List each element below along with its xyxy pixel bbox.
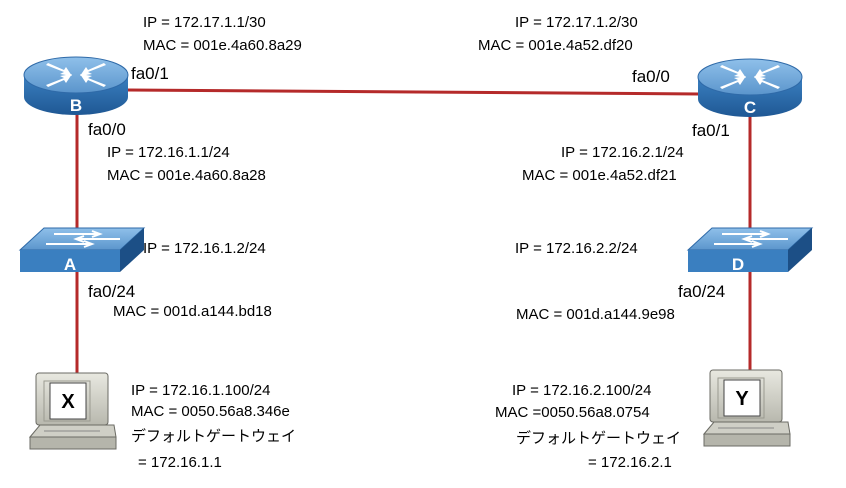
switch-d[interactable]: D bbox=[686, 227, 814, 274]
router-b-lan-mac: MAC = 001e.4a60.8a28 bbox=[107, 167, 266, 184]
pc-x-ip: IP = 172.16.1.100/24 bbox=[131, 382, 271, 399]
router-c-wan-mac: MAC = 001e.4a52.df20 bbox=[478, 37, 633, 54]
switch-icon bbox=[686, 227, 814, 272]
port-label-a-fa024: fa0/24 bbox=[88, 282, 136, 301]
switch-a-ip: IP = 172.16.1.2/24 bbox=[143, 240, 266, 257]
port-label-d-fa024: fa0/24 bbox=[678, 282, 726, 301]
switch-icon bbox=[18, 227, 146, 272]
router-c-letter: C bbox=[744, 98, 756, 117]
port-label-b-fa00: fa0/0 bbox=[88, 120, 126, 139]
router-b[interactable]: B bbox=[23, 56, 129, 115]
port-label-c-fa00: fa0/0 bbox=[632, 67, 670, 86]
pc-x-gateway-label: デフォルトゲートウェイ bbox=[131, 428, 297, 445]
pc-x[interactable]: X bbox=[28, 372, 117, 450]
switch-d-mac: MAC = 001d.a144.9e98 bbox=[516, 306, 675, 323]
switch-a-mac: MAC = 001d.a144.bd18 bbox=[113, 303, 272, 320]
port-label-c-fa01: fa0/1 bbox=[692, 121, 730, 140]
router-c-wan-ip: IP = 172.17.1.2/30 bbox=[515, 14, 638, 31]
pc-y-gateway-value: = 172.16.2.1 bbox=[588, 454, 672, 471]
router-c[interactable]: C bbox=[697, 58, 803, 117]
port-label-b-fa01: fa0/1 bbox=[131, 64, 169, 83]
router-b-lan-ip: IP = 172.16.1.1/24 bbox=[107, 144, 230, 161]
pc-y-gateway-label: デフォルトゲートウェイ bbox=[516, 430, 682, 447]
router-c-lan-ip: IP = 172.16.2.1/24 bbox=[561, 144, 684, 161]
router-b-wan-mac: MAC = 001e.4a60.8a29 bbox=[143, 37, 302, 54]
switch-a-letter: A bbox=[64, 255, 76, 274]
pc-x-letter: X bbox=[61, 391, 75, 413]
pc-y[interactable]: Y bbox=[702, 369, 791, 447]
pc-x-mac: MAC = 0050.56a8.346e bbox=[131, 403, 290, 420]
pc-y-mac: MAC =0050.56a8.0754 bbox=[495, 404, 650, 421]
pc-y-letter: Y bbox=[735, 388, 749, 410]
link-b-c bbox=[127, 88, 701, 96]
router-b-letter: B bbox=[70, 96, 82, 115]
links bbox=[75, 88, 752, 375]
router-b-wan-ip: IP = 172.17.1.1/30 bbox=[143, 14, 266, 31]
network-diagram: B C A D X Y bbox=[18, 56, 814, 450]
pc-y-ip: IP = 172.16.2.100/24 bbox=[512, 382, 652, 399]
router-c-lan-mac: MAC = 001e.4a52.df21 bbox=[522, 167, 677, 184]
switch-a[interactable]: A bbox=[18, 227, 146, 274]
switch-d-ip: IP = 172.16.2.2/24 bbox=[515, 240, 638, 257]
switch-d-letter: D bbox=[732, 255, 744, 274]
pc-x-gateway-value: = 172.16.1.1 bbox=[138, 454, 222, 471]
